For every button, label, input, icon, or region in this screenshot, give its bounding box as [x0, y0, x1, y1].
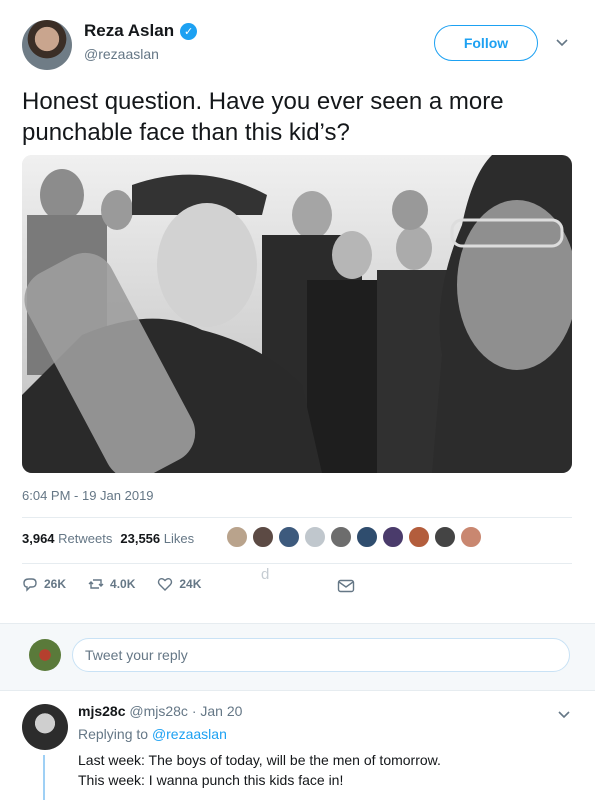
reply-author-handle[interactable]: @mjs28c [129, 703, 188, 719]
reply-author-name[interactable]: mjs28c [78, 703, 125, 719]
retweets-stat[interactable]: 3,964 Retweets [22, 531, 112, 546]
retweet-count: 4.0K [110, 577, 136, 591]
tweet-reply-input[interactable]: Tweet your reply [72, 638, 570, 672]
likes-label: Likes [163, 531, 195, 546]
author-handle[interactable]: @rezaaslan [84, 46, 159, 62]
tweet-header: Reza Aslan ✓ @rezaaslan Follow [0, 0, 595, 78]
author-display-name[interactable]: Reza Aslan [84, 21, 174, 41]
liker-avatar[interactable] [330, 526, 352, 548]
chevron-down-icon[interactable] [557, 707, 571, 721]
liker-avatar[interactable] [356, 526, 378, 548]
reply-line-1: Last week: The boys of today, will be th… [78, 752, 441, 768]
author-avatar[interactable] [22, 20, 72, 70]
direct-message-icon[interactable] [337, 578, 355, 594]
replying-to-link[interactable]: @rezaaslan [152, 726, 227, 742]
like-action[interactable]: 24K [157, 576, 201, 592]
liker-avatar[interactable] [226, 526, 248, 548]
tweet-timestamp[interactable]: 6:04 PM - 19 Jan 2019 [22, 488, 154, 503]
photo-scene [22, 155, 572, 473]
reply-line-2: This week: I wanna punch this kids face … [78, 772, 344, 788]
liker-avatar[interactable] [304, 526, 326, 548]
reply-count: 26K [44, 577, 67, 591]
reply-action[interactable]: 26K [22, 576, 66, 592]
liker-avatar[interactable] [382, 526, 404, 548]
reply-text: Last week: The boys of today, will be th… [78, 750, 578, 790]
reply-author-avatar[interactable] [22, 704, 68, 750]
current-user-avatar [29, 639, 61, 671]
retweets-count: 3,964 [22, 531, 55, 546]
engagement-stats: 3,964 Retweets 23,556 Likes [22, 531, 194, 546]
stray-glyph: d [261, 566, 270, 583]
likes-stat[interactable]: 23,556 Likes [120, 531, 194, 546]
divider [22, 517, 572, 518]
follow-button[interactable]: Follow [434, 25, 538, 61]
chevron-down-icon[interactable] [555, 35, 569, 49]
verified-badge-icon: ✓ [180, 22, 198, 40]
liker-avatar[interactable] [278, 526, 300, 548]
retweet-icon [88, 579, 104, 589]
tweet-actions: 26K 4.0K 24K [22, 576, 223, 592]
thread-line [43, 755, 45, 800]
replying-to: Replying to @rezaaslan [78, 726, 227, 742]
reply-icon [23, 578, 37, 592]
retweets-label: Retweets [58, 531, 113, 546]
retweet-action[interactable]: 4.0K [88, 576, 135, 592]
liker-avatar[interactable] [460, 526, 482, 548]
author-name-row: Reza Aslan ✓ [84, 21, 198, 41]
liker-avatar[interactable] [434, 526, 456, 548]
heart-icon [158, 578, 173, 591]
liker-avatar[interactable] [252, 526, 274, 548]
replying-prefix: Replying to [78, 726, 149, 742]
reply-header: mjs28c @mjs28c · Jan 20 [78, 703, 242, 719]
tweet-photo[interactable] [22, 155, 572, 473]
reply-compose-bar: Tweet your reply [0, 623, 595, 691]
liker-avatar[interactable] [408, 526, 430, 548]
tweet-text: Honest question. Have you ever seen a mo… [22, 88, 504, 146]
liker-avatars [226, 526, 482, 548]
reply-date[interactable]: Jan 20 [200, 703, 242, 719]
likes-count: 23,556 [120, 531, 161, 546]
divider [22, 563, 572, 564]
like-count: 24K [179, 577, 202, 591]
meta-dot: · [191, 703, 197, 719]
